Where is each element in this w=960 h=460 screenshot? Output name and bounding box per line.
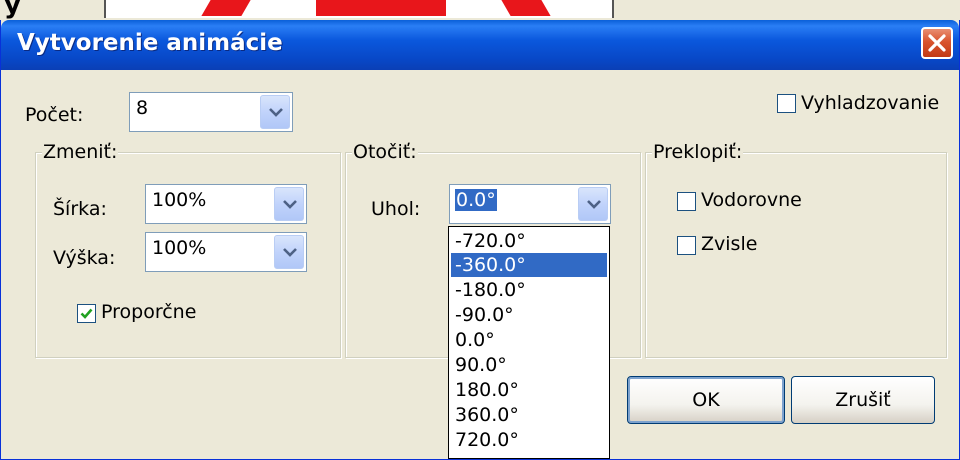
chevron-down-icon xyxy=(283,248,297,257)
flip-group-title: Preklopiť: xyxy=(652,141,744,163)
height-value: 100% xyxy=(152,237,207,259)
vertical-flip-label[interactable]: Zvisle xyxy=(701,233,757,255)
angle-combobox[interactable]: 0.0° xyxy=(449,184,611,224)
change-group-title: Zmeniť: xyxy=(42,141,119,163)
background-text: y xyxy=(4,0,21,20)
width-label: Šírka: xyxy=(53,198,107,220)
angle-dropdown-list[interactable]: -720.0° -360.0° -180.0° -90.0° 0.0° 90.0… xyxy=(448,226,610,459)
angle-option[interactable]: 0.0° xyxy=(451,328,607,352)
count-combobox[interactable]: 8 xyxy=(129,92,293,132)
width-combobox[interactable]: 100% xyxy=(145,184,307,224)
flip-group: Preklopiť: xyxy=(645,141,947,358)
proportional-label[interactable]: Proporčne xyxy=(101,301,196,323)
ok-button[interactable]: OK xyxy=(627,376,785,424)
count-value: 8 xyxy=(136,97,149,119)
angle-option[interactable]: -90.0° xyxy=(451,303,607,327)
angle-option[interactable]: 180.0° xyxy=(451,378,607,402)
background-shape xyxy=(501,0,551,16)
horizontal-flip-checkbox[interactable] xyxy=(677,192,696,211)
rotate-group-title: Otočiť: xyxy=(352,141,418,163)
angle-option[interactable]: -180.0° xyxy=(451,278,607,302)
horizontal-flip-label[interactable]: Vodorovne xyxy=(701,189,802,211)
dialog-title: Vytvorenie animácie xyxy=(17,30,283,56)
proportional-checkbox[interactable] xyxy=(77,304,96,323)
angle-option-selected[interactable]: -360.0° xyxy=(451,253,607,277)
width-dropdown-button[interactable] xyxy=(274,187,304,221)
chevron-down-icon xyxy=(269,108,283,117)
vertical-flip-checkbox[interactable] xyxy=(677,236,696,255)
height-combobox[interactable]: 100% xyxy=(145,232,307,272)
angle-dropdown-button[interactable] xyxy=(578,187,608,221)
angle-option[interactable]: 90.0° xyxy=(451,353,607,377)
chevron-down-icon xyxy=(283,200,297,209)
close-button[interactable] xyxy=(921,27,953,59)
angle-option[interactable]: -720.0° xyxy=(451,229,607,253)
width-value: 100% xyxy=(152,189,207,211)
cancel-button[interactable]: Zrušiť xyxy=(791,376,935,424)
chevron-down-icon xyxy=(587,200,601,209)
background-canvas xyxy=(104,0,614,18)
checkmark-icon xyxy=(80,308,93,319)
smoothing-checkbox[interactable] xyxy=(777,94,796,113)
height-label: Výška: xyxy=(53,247,116,269)
title-bar[interactable]: Vytvorenie animácie xyxy=(1,20,959,70)
background-shape xyxy=(201,0,251,16)
background-shape xyxy=(316,0,446,16)
angle-value[interactable]: 0.0° xyxy=(455,189,497,211)
height-dropdown-button[interactable] xyxy=(274,235,304,269)
angle-label: Uhol: xyxy=(371,198,421,220)
angle-option[interactable]: 360.0° xyxy=(451,403,607,427)
count-dropdown-button[interactable] xyxy=(260,95,290,129)
angle-option[interactable]: 720.0° xyxy=(451,428,607,452)
count-label: Počet: xyxy=(25,104,84,126)
close-icon xyxy=(928,34,946,52)
smoothing-label[interactable]: Vyhladzovanie xyxy=(801,92,939,114)
